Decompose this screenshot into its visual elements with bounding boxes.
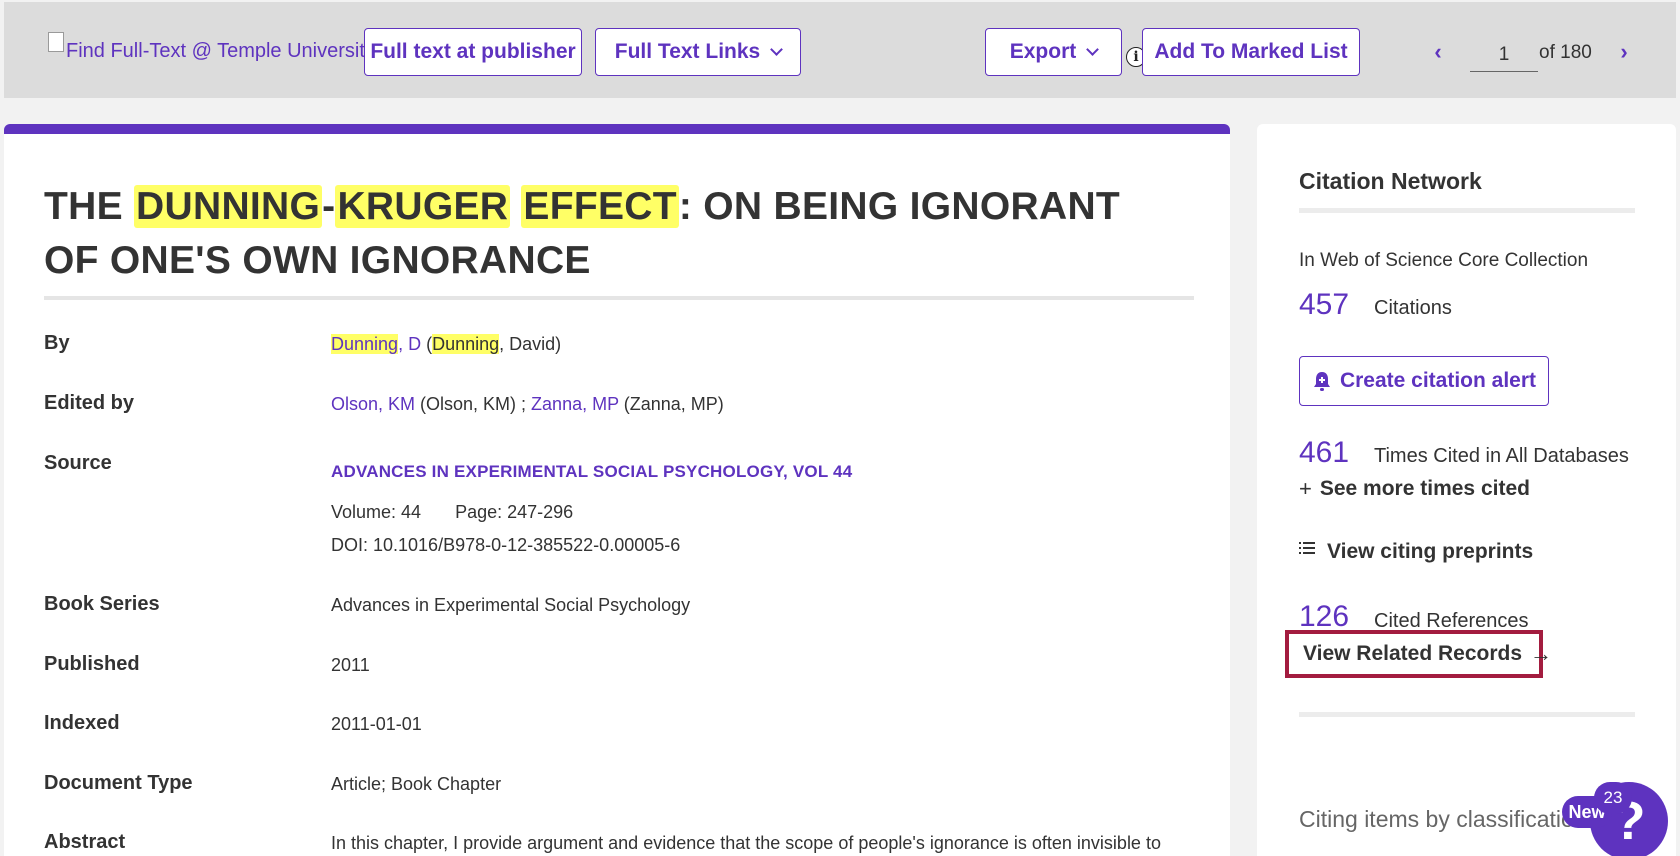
published-label: Published: [44, 653, 140, 675]
author-fullname-highlight: Dunning: [432, 334, 500, 354]
add-to-marked-list-label: Add To Marked List: [1154, 40, 1348, 63]
document-type-label: Document Type: [44, 772, 193, 794]
page-total-text: of 180: [1539, 42, 1592, 63]
record-title: THE DUNNING-KRUGER EFFECT: ON BEING IGNO…: [44, 180, 1184, 288]
arrow-right-icon: →: [1530, 641, 1553, 666]
full-text-publisher-label: Full text at publisher: [370, 40, 576, 63]
by-label: By: [44, 332, 70, 354]
times-cited-label: Times Cited in All Databases: [1374, 445, 1629, 467]
see-more-times-cited-label: See more times cited: [1319, 477, 1530, 500]
indexed-label: Indexed: [44, 712, 120, 734]
edited-by-label: Edited by: [44, 392, 135, 414]
bell-icon: [1313, 372, 1330, 391]
chevron-down-icon: [770, 42, 784, 56]
view-related-records-link[interactable]: View Related Records →: [1285, 630, 1552, 678]
page-number-input[interactable]: [1470, 38, 1538, 72]
list-icon: [1299, 542, 1315, 554]
editor-fullname: (Olson, KM) ;: [415, 394, 532, 414]
book-series-value: Advances in Experimental Social Psycholo…: [331, 595, 691, 615]
author-value: Dunning, D (Dunning, David): [331, 334, 561, 355]
indexed-value: 2011-01-01: [331, 714, 422, 734]
title-text: -: [322, 185, 336, 228]
title-highlight: KRUGER: [335, 185, 511, 228]
export-label: Export: [1009, 40, 1077, 63]
create-citation-alert-button[interactable]: Create citation alert: [1299, 356, 1549, 406]
document-type-value: Article; Book Chapter: [331, 774, 502, 794]
export-button[interactable]: Export: [985, 28, 1122, 76]
source-journal-link[interactable]: ADVANCES IN EXPERIMENTAL SOCIAL PSYCHOLO…: [331, 462, 852, 482]
record-card: THE DUNNING-KRUGER EFFECT: ON BEING IGNO…: [4, 124, 1230, 856]
author-highlight: Dunning: [331, 334, 399, 354]
see-more-times-cited-link[interactable]: + See more times cited: [1299, 476, 1530, 502]
book-series-label: Book Series: [44, 593, 160, 615]
abstract-text: In this chapter, I provide argument and …: [331, 833, 1161, 853]
title-highlight: EFFECT: [521, 185, 679, 228]
view-citing-preprints-label: View citing preprints: [1327, 540, 1534, 563]
title-text: [510, 185, 521, 228]
create-citation-alert-label: Create citation alert: [1339, 369, 1537, 392]
doi-value: DOI: 10.1016/B978-0-12-385522-0.00005-6: [331, 535, 681, 555]
author-link[interactable]: Dunning, D: [331, 334, 421, 354]
citation-network-panel: Citation Network In Web of Science Core …: [1257, 124, 1676, 856]
full-text-links-button[interactable]: Full Text Links: [595, 28, 801, 76]
abstract-label: Abstract: [44, 831, 126, 853]
view-related-records-label: View Related Records: [1303, 642, 1523, 665]
view-citing-preprints-link[interactable]: View citing preprints: [1299, 540, 1533, 564]
source-label: Source: [44, 452, 112, 474]
full-text-publisher-button[interactable]: Full text at publisher: [364, 28, 582, 76]
chevron-down-icon: [1086, 42, 1100, 56]
citation-network-title: Citation Network: [1299, 168, 1482, 194]
title-highlight: DUNNING: [134, 185, 323, 228]
cited-references-count[interactable]: 126: [1299, 600, 1349, 634]
add-to-marked-list-button[interactable]: Add To Marked List: [1142, 28, 1360, 76]
author-fullname-rest: , David): [499, 334, 562, 354]
editors-value: Olson, KM (Olson, KM) ; Zanna, MP (Zanna…: [331, 394, 724, 415]
record-toolbar: Find Full-Text @ Temple University Full …: [4, 2, 1676, 98]
times-cited-count[interactable]: 461: [1299, 436, 1349, 470]
previous-record-icon[interactable]: ‹: [1428, 39, 1448, 64]
editor-link[interactable]: Olson, KM: [331, 394, 415, 414]
full-text-links-label: Full Text Links: [614, 40, 761, 63]
title-text: THE: [44, 185, 135, 228]
page-value: Page: 247-296: [455, 502, 574, 522]
citing-items-by-classification-label: Citing items by classification: [1299, 806, 1587, 832]
plus-icon: +: [1299, 476, 1312, 501]
author-rest: , D: [398, 334, 422, 354]
broken-image-icon: [48, 31, 64, 52]
core-collection-label: In Web of Science Core Collection: [1299, 250, 1589, 271]
notification-count-badge: 23: [1594, 782, 1632, 814]
volume-value: Volume: 44: [331, 502, 422, 522]
citations-label: Citations: [1374, 297, 1452, 319]
sidebar-divider: [1299, 712, 1635, 717]
citations-count[interactable]: 457: [1299, 288, 1349, 322]
editor-fullname: (Zanna, MP): [618, 394, 724, 414]
sidebar-divider: [1299, 208, 1635, 213]
editor-link[interactable]: Zanna, MP: [531, 394, 619, 414]
title-divider: [44, 296, 1194, 300]
card-accent-bar: [4, 124, 1230, 134]
volume-page-row: Volume: 44 Page: 247-296: [331, 502, 573, 523]
find-fulltext-link[interactable]: Find Full-Text @ Temple University: [48, 31, 375, 63]
next-record-icon[interactable]: ›: [1614, 39, 1634, 64]
published-value: 2011: [331, 655, 370, 675]
author-paren: (: [421, 334, 433, 354]
find-fulltext-label: Find Full-Text @ Temple University: [66, 40, 375, 62]
